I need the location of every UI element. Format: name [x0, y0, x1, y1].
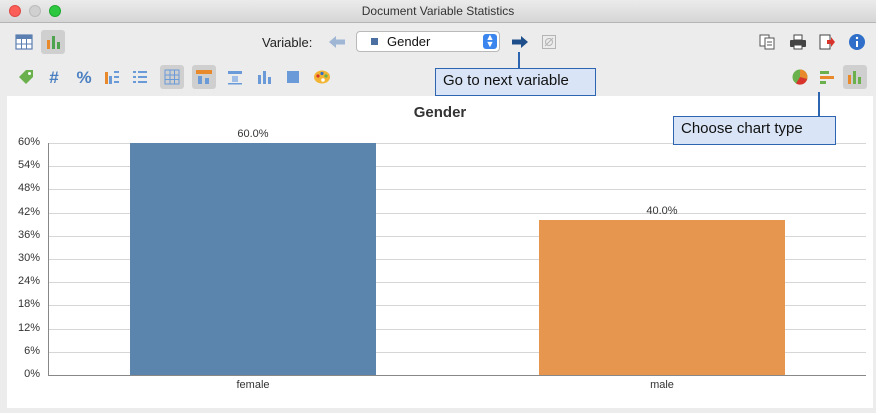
color-fill-button[interactable] — [281, 65, 305, 89]
column-chart-style-button[interactable] — [252, 65, 276, 89]
filter-variable-button[interactable] — [537, 30, 561, 54]
list-view-button[interactable] — [128, 65, 152, 89]
info-button[interactable] — [845, 30, 869, 54]
y-axis-line — [48, 143, 49, 375]
hash-icon: # — [49, 67, 59, 87]
axis-labels-icon — [228, 71, 242, 85]
y-tick-label: 12% — [17, 322, 40, 334]
next-variable-button[interactable] — [508, 30, 532, 54]
axis-labels-button[interactable] — [223, 65, 247, 89]
window-title: Document Variable Statistics — [361, 4, 515, 18]
next-variable-callout: Go to next variable — [435, 68, 596, 96]
vertical-bars-icon — [848, 71, 861, 84]
y-tick-label: 0% — [24, 368, 40, 380]
top-toolbar: Variable: Gender ▲ ▼ — [0, 23, 876, 61]
grid-icon — [164, 69, 180, 85]
pie-chart-icon — [792, 69, 808, 85]
y-tick-label: 36% — [17, 229, 40, 241]
show-values-button[interactable] — [192, 65, 216, 89]
export-button[interactable] — [815, 30, 839, 54]
y-tick-label: 24% — [17, 275, 40, 287]
y-tick-label: 18% — [17, 298, 40, 310]
variable-color-swatch — [371, 38, 378, 45]
vertical-bar-chart-button[interactable] — [843, 65, 867, 89]
data-label-female: 60.0% — [237, 128, 269, 140]
horizontal-bars-icon — [820, 71, 834, 84]
copy-button[interactable] — [755, 30, 779, 54]
y-tick-label: 54% — [17, 159, 40, 171]
y-tick-label: 30% — [17, 252, 40, 264]
palette-icon — [314, 70, 330, 84]
next-variable-callout-pointer — [518, 52, 520, 68]
columns-icon — [258, 71, 271, 84]
grid-lines-button[interactable] — [160, 65, 184, 89]
empty-set-icon — [542, 35, 556, 49]
info-icon — [849, 34, 865, 50]
arrow-right-icon — [512, 36, 528, 48]
table-view-button[interactable] — [12, 30, 36, 54]
variable-select[interactable]: Gender ▲ ▼ — [356, 31, 500, 52]
pie-chart-button[interactable] — [788, 65, 812, 89]
copy-icon — [759, 34, 775, 50]
print-button[interactable] — [786, 30, 810, 54]
export-icon — [819, 34, 835, 50]
variable-select-value: Gender — [387, 34, 431, 49]
table-icon — [15, 34, 33, 50]
chart-type-callout: Choose chart type — [673, 116, 836, 145]
arrow-left-icon — [329, 36, 345, 48]
x-tick-label-male: male — [650, 379, 674, 391]
chart-type-callout-pointer — [818, 92, 820, 116]
list-icon — [133, 71, 147, 83]
chart-view-button[interactable] — [41, 30, 65, 54]
y-tick-label: 42% — [17, 206, 40, 218]
square-icon — [287, 71, 299, 83]
previous-variable-button[interactable] — [325, 30, 349, 54]
printer-icon — [790, 34, 806, 50]
data-label-male: 40.0% — [646, 205, 678, 217]
sorted-bars-button[interactable] — [100, 65, 124, 89]
absolute-frequency-button[interactable]: # — [42, 65, 66, 89]
y-tick-label: 60% — [17, 136, 40, 148]
y-tick-label: 48% — [17, 182, 40, 194]
bar-chart-icon — [47, 36, 60, 49]
bar-male — [539, 220, 785, 375]
tag-icon — [19, 70, 33, 84]
percent-button[interactable]: % — [72, 65, 96, 89]
sorted-bars-icon — [105, 71, 119, 84]
value-labels-icon — [196, 70, 212, 84]
color-palette-button[interactable] — [310, 65, 334, 89]
x-tick-label-female: female — [236, 379, 270, 391]
percent-icon: % — [76, 67, 92, 87]
label-button[interactable] — [14, 65, 38, 89]
horizontal-bar-chart-button[interactable] — [815, 65, 839, 89]
title-bar: Document Variable Statistics — [0, 0, 876, 23]
x-axis-line — [48, 375, 866, 376]
variable-label: Variable: — [262, 35, 313, 50]
y-tick-label: 6% — [24, 345, 40, 357]
bar-female — [130, 143, 376, 375]
select-stepper-icon: ▲ ▼ — [483, 33, 497, 49]
